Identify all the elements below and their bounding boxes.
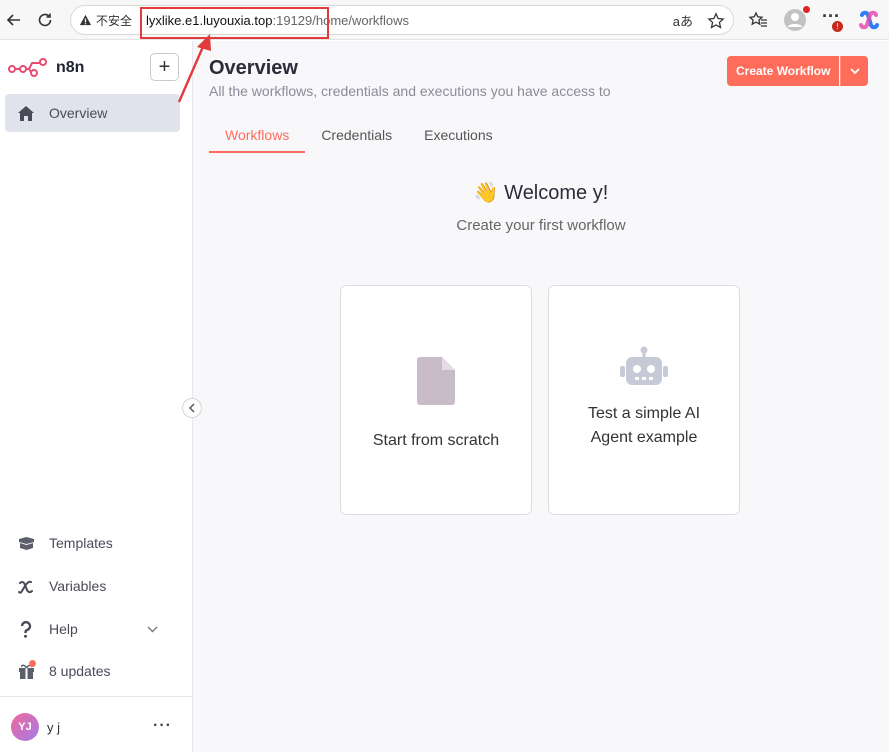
robot-icon: [620, 346, 668, 385]
sidebar-divider: [0, 696, 192, 697]
card-label: Start from scratch: [372, 432, 500, 449]
page-title: Overview: [209, 57, 298, 79]
avatar[interactable]: YJ: [11, 713, 39, 741]
back-button[interactable]: [2, 8, 26, 32]
sidebar-item-label: Help: [49, 621, 78, 637]
sidebar-item-updates[interactable]: 8 updates: [5, 652, 180, 690]
sidebar-item-overview[interactable]: Overview: [5, 94, 180, 132]
user-name: y j: [47, 720, 60, 735]
copilot-icon[interactable]: [858, 9, 880, 31]
tab-workflows[interactable]: Workflows: [209, 127, 306, 153]
n8n-logo[interactable]: n8n: [8, 57, 84, 79]
main-content: Overview All the workflows, credentials …: [193, 41, 889, 752]
ellipsis-icon: ···: [153, 717, 172, 734]
welcome-heading: 👋 Welcome y!: [193, 180, 889, 205]
profile-button[interactable]: [782, 6, 810, 33]
welcome-subtitle: Create your first workflow: [456, 217, 626, 234]
welcome-text: Welcome y!: [504, 182, 609, 204]
start-from-scratch-card[interactable]: Start from scratch: [340, 285, 532, 515]
sidebar-item-variables[interactable]: Variables: [5, 567, 180, 605]
favorite-star-icon[interactable]: [707, 11, 725, 30]
tab-credentials[interactable]: Credentials: [305, 127, 408, 153]
chevron-down-icon: [850, 67, 860, 74]
insecure-label: 不安全: [96, 13, 133, 28]
user-menu-button[interactable]: ···: [153, 717, 172, 735]
tab-executions[interactable]: Executions: [408, 127, 508, 153]
back-arrow-icon: [6, 14, 20, 26]
n8n-logo-icon: [8, 58, 47, 77]
file-icon: [417, 357, 455, 405]
sidebar-item-help[interactable]: Help: [5, 610, 180, 648]
ai-agent-example-card[interactable]: Test a simple AI Agent example: [548, 285, 740, 515]
logo-text: n8n: [56, 59, 85, 76]
warning-icon: [79, 14, 92, 25]
home-icon: [18, 105, 34, 121]
updates-dot: [29, 660, 36, 667]
wave-emoji-icon: 👋: [473, 182, 499, 204]
variable-x-icon: [18, 580, 33, 594]
reload-button[interactable]: [33, 8, 57, 32]
favorites-icon[interactable]: [748, 10, 768, 30]
card-label: Test a simple AI Agent example: [587, 405, 701, 446]
reload-icon: [38, 13, 52, 27]
more-badge-icon: !: [832, 21, 843, 32]
chevron-down-icon: [147, 626, 158, 632]
create-dropdown-button[interactable]: [840, 56, 869, 86]
more-menu-button[interactable]: ··· !: [822, 7, 844, 32]
url-highlight-annotation: [140, 7, 329, 39]
security-indicator[interactable]: 不安全: [79, 12, 132, 29]
sidebar: n8n + Overview Templates Variables Help …: [0, 41, 193, 752]
sidebar-item-label: Templates: [49, 535, 113, 551]
translate-icon[interactable]: aあ: [673, 11, 693, 30]
tab-bar: Workflows Credentials Executions: [209, 127, 509, 153]
annotation-arrow-icon: [177, 34, 211, 103]
sidebar-item-label: Overview: [49, 105, 108, 121]
profile-notification-dot: [803, 6, 810, 13]
templates-box-icon: [18, 537, 34, 550]
sidebar-item-label: 8 updates: [49, 663, 111, 679]
create-workflow-group: Create Workflow: [727, 56, 869, 86]
plus-icon: +: [158, 55, 171, 78]
browser-toolbar: 不安全 lyxlike.e1.luyouxia.top:19129/home/w…: [0, 0, 889, 40]
page-subtitle: All the workflows, credentials and execu…: [209, 83, 611, 99]
chevron-left-icon: [188, 403, 195, 413]
create-workflow-button[interactable]: Create Workflow: [727, 56, 840, 86]
sidebar-item-label: Variables: [49, 578, 107, 594]
sidebar-item-templates[interactable]: Templates: [5, 524, 180, 562]
question-icon: [20, 620, 32, 638]
collapse-sidebar-button[interactable]: [182, 398, 202, 418]
